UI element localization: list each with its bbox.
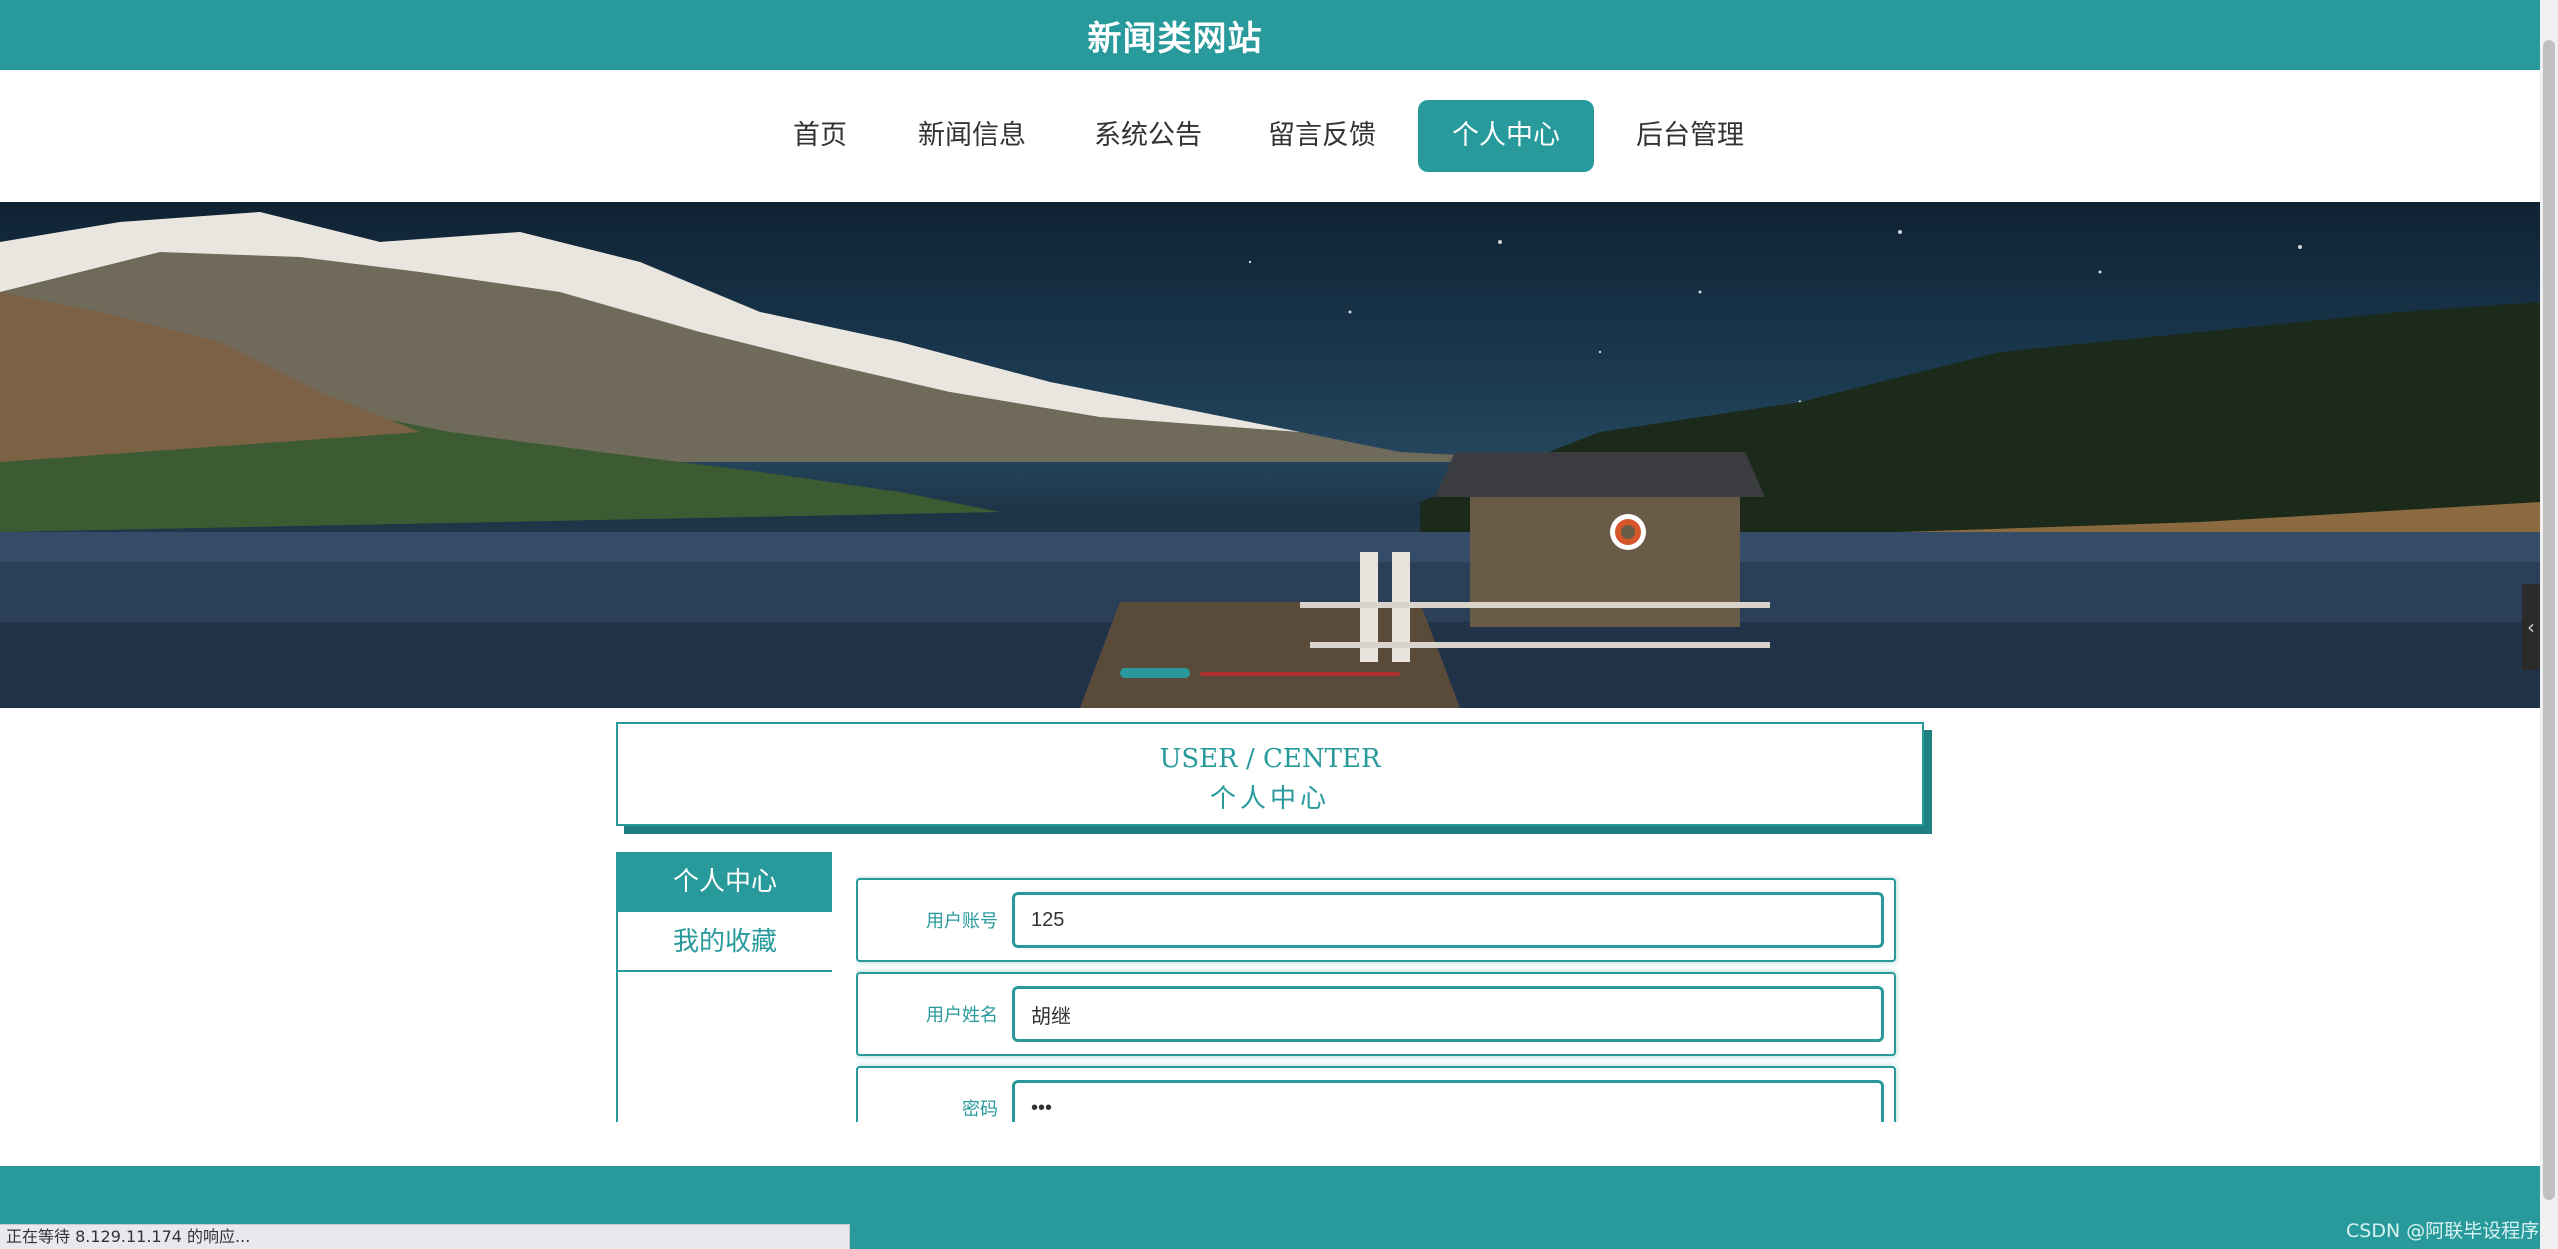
user-side-menu: 个人中心 我的收藏 bbox=[616, 852, 832, 1122]
main-nav: 首页 新闻信息 系统公告 留言反馈 个人中心 后台管理 bbox=[0, 70, 2540, 202]
watermark: CSDN @阿联毕设程序 bbox=[2346, 1220, 2540, 1242]
nav-item-announcements[interactable]: 系统公告 bbox=[1080, 100, 1216, 172]
nav-item-user-center[interactable]: 个人中心 bbox=[1418, 100, 1594, 172]
user-center-header: USER / CENTER 个人中心 bbox=[616, 722, 1924, 826]
browser-status-bar: 正在等待 8.129.11.174 的响应... bbox=[0, 1224, 850, 1249]
account-label: 用户账号 bbox=[926, 911, 998, 932]
user-center-title-zh: 个人中心 bbox=[1209, 784, 1330, 814]
scrollbar-thumb[interactable] bbox=[2543, 40, 2555, 1200]
user-center-title-en: USER / CENTER bbox=[1159, 744, 1381, 774]
account-input[interactable] bbox=[1012, 892, 1884, 948]
nav-item-feedback[interactable]: 留言反馈 bbox=[1254, 100, 1390, 172]
password-input[interactable] bbox=[1012, 1080, 1884, 1122]
form-row-password: 密码 bbox=[856, 1066, 1896, 1122]
site-title: 新闻类网站 bbox=[1087, 18, 1263, 59]
side-item-user-center[interactable]: 个人中心 bbox=[618, 852, 832, 912]
nav-item-admin[interactable]: 后台管理 bbox=[1622, 100, 1758, 172]
password-label: 密码 bbox=[962, 1099, 998, 1120]
carousel-indicator[interactable] bbox=[1200, 672, 1400, 676]
form-row-name: 用户姓名 bbox=[856, 972, 1896, 1056]
chevron-left-icon[interactable]: ‹ bbox=[2522, 584, 2540, 670]
banner-carousel[interactable] bbox=[0, 202, 2540, 708]
form-row-account: 用户账号 bbox=[856, 878, 1896, 962]
carousel-indicator-active[interactable] bbox=[1120, 668, 1190, 678]
nav-item-home[interactable]: 首页 bbox=[780, 100, 860, 172]
name-label: 用户姓名 bbox=[926, 1005, 998, 1026]
side-item-favorites[interactable]: 我的收藏 bbox=[618, 912, 832, 972]
site-header: 新闻类网站 bbox=[0, 0, 2540, 70]
banner-image bbox=[0, 212, 2540, 708]
name-input[interactable] bbox=[1012, 986, 1884, 1042]
user-form: 用户账号 用户姓名 密码 bbox=[856, 876, 1900, 1122]
nav-item-news[interactable]: 新闻信息 bbox=[904, 100, 1040, 172]
